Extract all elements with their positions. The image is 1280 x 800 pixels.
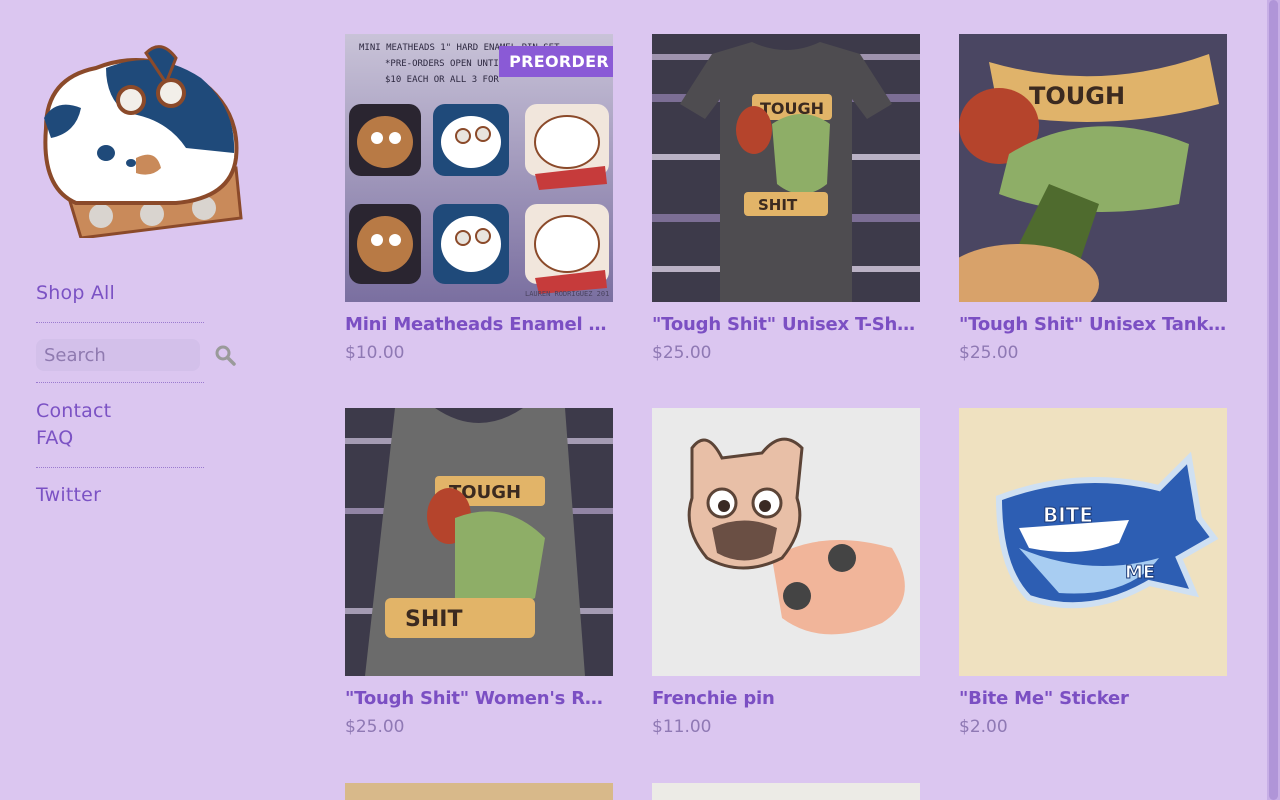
racerback-image: TOUGH SHIT bbox=[345, 408, 613, 676]
product-image[interactable]: TOUGH SHIT bbox=[345, 408, 613, 676]
product-card-partial[interactable] bbox=[652, 783, 920, 800]
search-button[interactable] bbox=[214, 344, 236, 366]
scrollbar[interactable] bbox=[1267, 0, 1280, 800]
product-image-partial bbox=[345, 783, 613, 800]
product-title[interactable]: Frenchie pin bbox=[652, 688, 920, 709]
bite-text: BITE bbox=[1043, 503, 1093, 527]
product-image[interactable]: TOUGH bbox=[959, 34, 1227, 302]
product-price: $2.00 bbox=[959, 717, 1008, 737]
tough-text: TOUGH bbox=[1029, 82, 1125, 110]
product-image[interactable]: MINI MEATHEADS 1" HARD ENAMEL PIN SET *P… bbox=[345, 34, 613, 302]
product-price: $25.00 bbox=[652, 343, 712, 363]
product-card: MINI MEATHEADS 1" HARD ENAMEL PIN SET *P… bbox=[345, 34, 613, 363]
search-icon bbox=[215, 345, 236, 366]
product-image[interactable]: BITE ME bbox=[959, 408, 1227, 676]
product-price: $25.00 bbox=[959, 343, 1019, 363]
nav-faq[interactable]: FAQ bbox=[36, 427, 73, 449]
product-card: Frenchie pin $11.00 bbox=[652, 408, 920, 737]
search-input[interactable] bbox=[36, 339, 200, 371]
product-card: BITE ME "Bite Me" Sticker $2.00 bbox=[959, 408, 1227, 737]
product-title[interactable]: "Tough Shit" Unisex Tank Top bbox=[959, 314, 1227, 335]
frenchie-pin-image bbox=[652, 408, 920, 676]
tank-top-image: TOUGH bbox=[959, 34, 1227, 302]
product-image-partial bbox=[652, 783, 920, 800]
product-title[interactable]: "Bite Me" Sticker bbox=[959, 688, 1227, 709]
nav-twitter[interactable]: Twitter bbox=[36, 484, 101, 506]
product-image[interactable]: TOUGH SHIT bbox=[652, 34, 920, 302]
nav-contact[interactable]: Contact bbox=[36, 400, 111, 422]
me-text: ME bbox=[1125, 562, 1155, 583]
product-image[interactable] bbox=[652, 408, 920, 676]
product-card-partial[interactable] bbox=[345, 783, 613, 800]
scrollbar-thumb[interactable] bbox=[1269, 0, 1278, 800]
product-price: $11.00 bbox=[652, 717, 712, 737]
shark-sticker-image: BITE ME bbox=[959, 408, 1227, 676]
product-card: TOUGH SHIT "Tough Shit" Women's Racerbac… bbox=[345, 408, 613, 737]
nav-shop-all[interactable]: Shop All bbox=[36, 282, 115, 304]
product-title[interactable]: Mini Meatheads Enamel Pin Set bbox=[345, 314, 613, 335]
product-card: TOUGH "Tough Shit" Unisex Tank Top $25.0… bbox=[959, 34, 1227, 363]
preorder-badge: PREORDER bbox=[499, 46, 613, 77]
shit-text: SHIT bbox=[405, 607, 462, 632]
dog-logo-icon bbox=[43, 45, 243, 240]
pin-row-2 bbox=[349, 204, 609, 294]
pin-set-credit: LAUREN RODRIGUEZ 201 bbox=[525, 290, 609, 298]
tshirt-image: TOUGH SHIT bbox=[652, 34, 920, 302]
divider bbox=[36, 322, 204, 323]
product-card: TOUGH SHIT "Tough Shit" Unisex T-Shirt $… bbox=[652, 34, 920, 363]
product-price: $10.00 bbox=[345, 343, 405, 363]
product-title[interactable]: "Tough Shit" Women's Racerback Tank bbox=[345, 688, 613, 709]
store-page: Shop All Contact FAQ Twitter bbox=[0, 0, 1280, 800]
product-price: $25.00 bbox=[345, 717, 405, 737]
divider bbox=[36, 467, 204, 468]
pin-set-text-2: *PRE-ORDERS OPEN UNTIL bbox=[385, 59, 504, 69]
shit-text: SHIT bbox=[758, 196, 798, 214]
store-logo[interactable] bbox=[36, 38, 246, 240]
divider bbox=[36, 382, 204, 383]
pin-set-text-3: $10 EACH OR ALL 3 FOR bbox=[385, 75, 499, 85]
product-title[interactable]: "Tough Shit" Unisex T-Shirt bbox=[652, 314, 920, 335]
